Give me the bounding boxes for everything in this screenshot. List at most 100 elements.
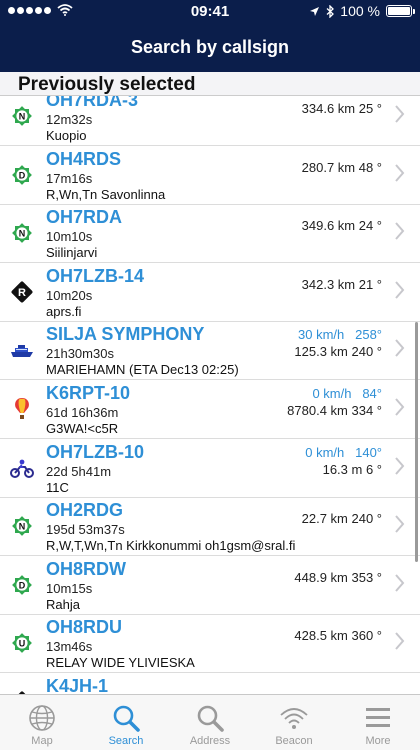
- last-heard-age: 17m16s: [46, 170, 93, 186]
- digipeater-n-icon: N: [12, 223, 32, 244]
- course: 84°: [362, 386, 382, 401]
- distance-bearing: 125.3 km 240 °: [294, 344, 382, 360]
- station-comment: Siilinjarvi: [46, 245, 98, 261]
- balloon-icon: [15, 398, 29, 419]
- speed: 0 km/h: [305, 444, 345, 460]
- callsign: K4JH-1: [46, 676, 109, 694]
- distance-bearing: 8780.4 km 334 °: [287, 403, 382, 418]
- svg-text:N: N: [19, 228, 26, 238]
- callsign-list[interactable]: N OH7RDA-3 12m32s Kuopio 334.6 km 25 ° D OH…: [0, 96, 420, 694]
- course: 258°: [355, 327, 382, 343]
- globe-icon: [29, 705, 55, 731]
- callsign: OH7RDA-3: [46, 96, 139, 110]
- status-right: 100 %: [309, 3, 415, 19]
- list-item[interactable]: N OH7RDA-3 12m32s Kuopio 334.6 km 25 °: [0, 96, 420, 146]
- search-icon: [197, 705, 224, 732]
- chevron-right-icon: [395, 515, 405, 533]
- tab-label: Map: [31, 735, 53, 747]
- callsign: OH7RDA: [46, 207, 123, 228]
- station-comment: R,Wn,Tn Savonlinna: [46, 186, 166, 202]
- list-item[interactable]: R OH7LZB-14 10m20s aprs.fi 342.3 km 21 °: [0, 263, 420, 322]
- course: 140°: [355, 444, 382, 460]
- svg-text:D: D: [19, 170, 26, 180]
- speed-course: 30 km/h 258°: [298, 327, 382, 342]
- callsign: SILJA SYMPHONY: [46, 324, 205, 345]
- digipeater-u-icon: U: [12, 633, 32, 654]
- tab-label: Beacon: [275, 735, 313, 747]
- tab-more[interactable]: More: [336, 695, 420, 750]
- svg-text:N: N: [19, 111, 26, 121]
- speed: 30 km/h: [298, 327, 345, 343]
- digipeater-n-icon: N: [12, 106, 32, 126]
- last-heard-age: 10m10s: [46, 229, 93, 245]
- station-comment: MARIEHAMN (ETA Dec13 02:25): [46, 362, 239, 378]
- search-icon: [113, 705, 140, 732]
- chevron-right-icon: [395, 398, 405, 416]
- tab-map[interactable]: Map: [0, 695, 84, 750]
- list-item[interactable]: D OH4RDS 17m16s R,Wn,Tn Savonlinna 280.7 km…: [0, 146, 420, 205]
- callsign: K6RPT-10: [46, 383, 131, 403]
- tab-label: Address: [189, 735, 231, 747]
- tab-beacon[interactable]: Beacon: [252, 695, 336, 750]
- station-comment: RELAY WIDE YLIVIESKA: [46, 655, 195, 671]
- station-comment: G3WA!<c5R: [46, 421, 119, 436]
- callsign: OH2RDG: [46, 500, 124, 521]
- bluetooth-icon: [326, 4, 335, 18]
- distance-bearing: 428.5 km 360 °: [294, 628, 382, 644]
- diamond-r-icon: R: [11, 281, 33, 303]
- last-heard-age: 21h30m30s: [46, 346, 114, 362]
- location-arrow-icon: [310, 6, 320, 16]
- list-item[interactable]: SILJA SYMPHONY 21h30m30s MARIEHAMN (ETA De…: [0, 321, 420, 381]
- list-item[interactable]: N OH2RDG 195d 53m37s R,W,T,Wn,Tn Kirkkonum…: [0, 497, 420, 557]
- callsign: OH8RDW: [46, 558, 126, 579]
- last-heard-age: 61d 16h36m: [46, 405, 119, 420]
- chevron-right-icon: [395, 632, 405, 651]
- tab-label: More: [365, 735, 391, 747]
- station-comment: aprs.fi: [46, 303, 82, 319]
- tab-address[interactable]: Address: [168, 695, 252, 750]
- status-bar: 09:41 100 %: [0, 0, 420, 24]
- distance-bearing: 448.9 km 353 °: [294, 569, 382, 585]
- scrollbar[interactable]: [415, 322, 418, 562]
- menu-icon: [366, 708, 390, 727]
- station-comment: Kuopio: [46, 128, 87, 143]
- list-item[interactable]: OH7LZB-10 22d 5h41m 11C 0 km/h 140° 16.3 m 6…: [0, 439, 420, 498]
- list-item[interactable]: U OH8RDU 13m46s RELAY WIDE YLIVIESKA 428.5 …: [0, 614, 420, 674]
- callsign: OH8RDU: [46, 617, 123, 638]
- speed: 0 km/h: [312, 386, 352, 401]
- ship-icon: [11, 345, 33, 358]
- distance-bearing: 280.7 km 48 °: [301, 159, 382, 175]
- distance-bearing: 342.3 km 21 °: [301, 276, 382, 292]
- svg-text:U: U: [19, 639, 26, 649]
- svg-text:R: R: [18, 287, 26, 299]
- list-item[interactable]: K6RPT-10 61d 16h36m G3WA!<c5R 0 km/h 84° 878…: [0, 380, 420, 439]
- chevron-right-icon: [395, 222, 405, 240]
- section-title: Previously selected: [18, 74, 196, 95]
- list-item[interactable]: D OH8RDW 10m15s Rahja 448.9 km 353 °: [0, 556, 420, 615]
- chevron-right-icon: [395, 281, 405, 299]
- tab-label: Search: [108, 735, 144, 747]
- callsign: OH7LZB-14: [46, 265, 145, 286]
- tab-search[interactable]: Search: [84, 695, 168, 750]
- distance-bearing: 22.7 km 240 °: [301, 511, 382, 527]
- digipeater-d-icon: D: [12, 164, 32, 185]
- list-item[interactable]: N OH7RDA 10m10s Siilinjarvi 349.6 km 24 °: [0, 204, 420, 264]
- last-heard-age: 10m20s: [46, 287, 93, 303]
- svg-text:N: N: [19, 521, 26, 531]
- last-heard-age: 10m15s: [46, 580, 93, 596]
- wifi-icon: [280, 708, 308, 729]
- list-item[interactable]: K4JH-1: [0, 673, 420, 694]
- station-comment: Rahja: [46, 596, 80, 612]
- chevron-right-icon: [395, 456, 405, 475]
- speed-course: 0 km/h 140°: [305, 445, 382, 460]
- section-header: Previously selected: [0, 72, 420, 96]
- battery-percent: 100 %: [340, 3, 380, 19]
- last-heard-age: 12m32s: [46, 112, 93, 127]
- station-comment: 11C: [46, 479, 69, 495]
- last-heard-age: 195d 53m37s: [46, 522, 125, 538]
- last-heard-age: 22d 5h41m: [46, 463, 112, 479]
- chevron-right-icon: [395, 105, 405, 123]
- navigation-bar: 09:41 100 % Search by callsign: [0, 0, 420, 72]
- speed-course: 0 km/h 84°: [312, 386, 382, 401]
- last-heard-age: 13m46s: [46, 639, 93, 655]
